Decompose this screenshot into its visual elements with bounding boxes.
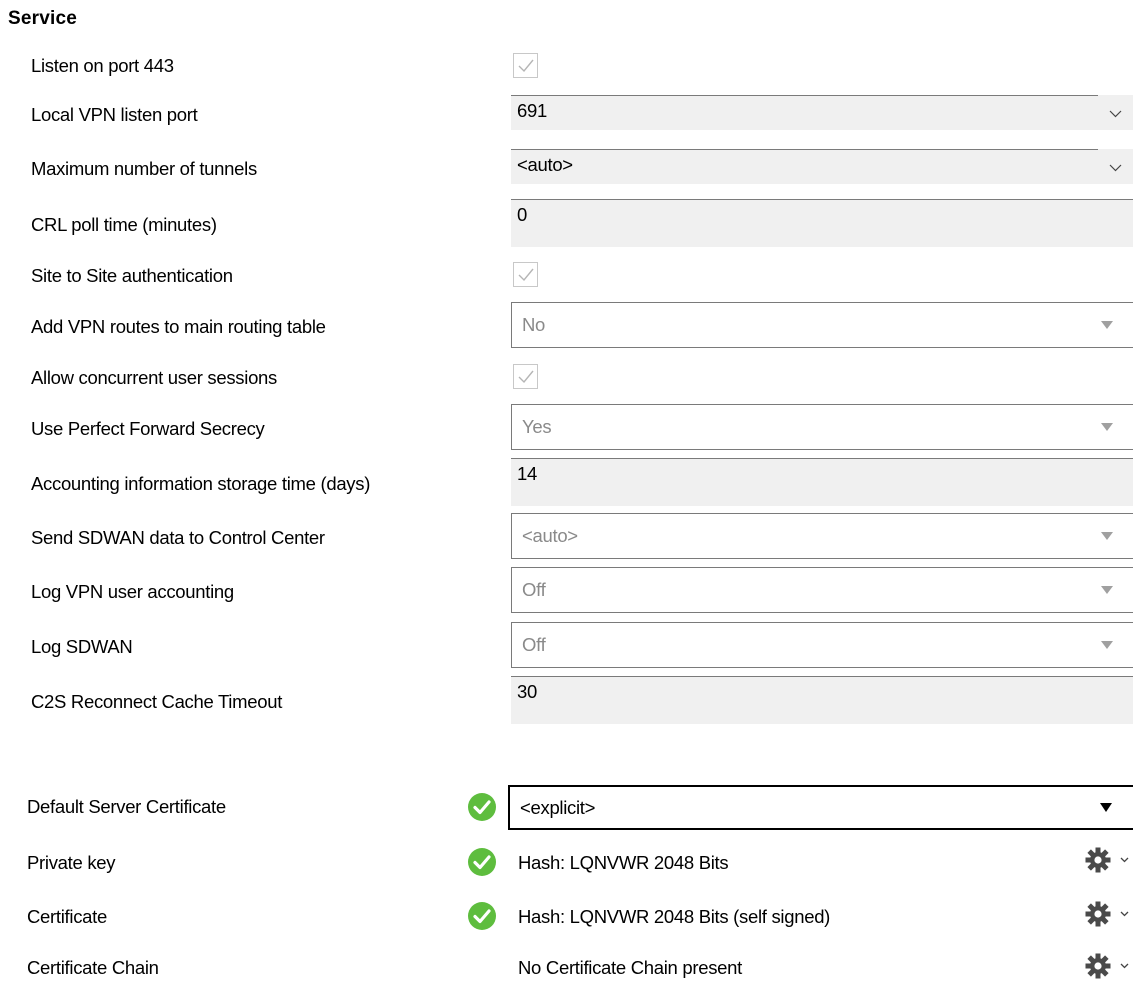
checkmark-icon (518, 268, 534, 282)
local-vpn-port-input[interactable]: 691 (511, 95, 1098, 130)
default-server-cert-value: <explicit> (520, 797, 596, 818)
triangle-down-icon (1101, 321, 1113, 329)
log-sdwan-label: Log SDWAN (31, 636, 133, 657)
chevron-down-icon[interactable] (1098, 95, 1133, 130)
pfs-dropdown[interactable]: Yes (511, 404, 1133, 450)
sdwan-cc-dropdown[interactable]: <auto> (511, 513, 1133, 559)
triangle-down-icon (1101, 423, 1113, 431)
s2s-auth-checkbox[interactable] (513, 262, 538, 287)
sdwan-cc-label: Send SDWAN data to Control Center (31, 527, 325, 548)
crl-poll-input[interactable]: 0 (511, 199, 1133, 247)
log-sdwan-dropdown[interactable]: Off (511, 622, 1133, 668)
certificate-label: Certificate (27, 906, 107, 927)
s2s-auth-label: Site to Site authentication (31, 265, 233, 286)
default-server-cert-label: Default Server Certificate (27, 796, 226, 817)
max-tunnels-label: Maximum number of tunnels (31, 158, 257, 179)
local-vpn-port-label: Local VPN listen port (31, 104, 198, 125)
c2s-cache-input[interactable]: 30 (511, 676, 1133, 724)
gear-icon[interactable] (1084, 847, 1133, 873)
gear-icon[interactable] (1084, 901, 1133, 927)
section-title: Service (8, 8, 78, 29)
sdwan-cc-value: <auto> (522, 525, 578, 546)
log-sdwan-value: Off (522, 634, 546, 655)
log-accounting-dropdown[interactable]: Off (511, 567, 1133, 613)
crl-poll-label: CRL poll time (minutes) (31, 214, 217, 235)
accounting-time-label: Accounting information storage time (day… (31, 473, 371, 494)
check-circle-icon (468, 902, 496, 930)
triangle-down-icon (1101, 641, 1113, 649)
check-circle-icon (468, 793, 496, 821)
max-tunnels-combobox[interactable]: <auto> (511, 149, 1133, 184)
accounting-time-input[interactable]: 14 (511, 458, 1133, 506)
gear-icon[interactable] (1084, 953, 1133, 979)
triangle-down-icon (1100, 803, 1112, 812)
concurrent-sessions-label: Allow concurrent user sessions (31, 367, 277, 388)
default-server-cert-dropdown[interactable]: <explicit> (508, 785, 1133, 830)
listen-443-label: Listen on port 443 (31, 55, 174, 76)
chevron-down-icon[interactable] (1098, 149, 1133, 184)
triangle-down-icon (1101, 586, 1113, 594)
certificate-chain-label: Certificate Chain (27, 957, 159, 978)
certificate-chain-value: No Certificate Chain present (518, 957, 742, 978)
vpn-routes-label: Add VPN routes to main routing table (31, 316, 326, 337)
certificate-value: Hash: LQNVWR 2048 Bits (self signed) (518, 906, 831, 927)
private-key-value: Hash: LQNVWR 2048 Bits (518, 852, 729, 873)
triangle-down-icon (1101, 532, 1113, 540)
log-accounting-value: Off (522, 579, 546, 600)
pfs-value: Yes (522, 416, 552, 437)
vpn-routes-value: No (522, 314, 546, 335)
vpn-routes-dropdown[interactable]: No (511, 302, 1133, 348)
log-accounting-label: Log VPN user accounting (31, 581, 234, 602)
concurrent-sessions-checkbox[interactable] (513, 364, 538, 389)
pfs-label: Use Perfect Forward Secrecy (31, 418, 265, 439)
check-circle-icon (468, 848, 496, 876)
local-vpn-port-combobox[interactable]: 691 (511, 95, 1133, 130)
checkmark-icon (518, 59, 534, 73)
c2s-cache-label: C2S Reconnect Cache Timeout (31, 691, 283, 712)
max-tunnels-input[interactable]: <auto> (511, 149, 1098, 184)
checkmark-icon (518, 370, 534, 384)
private-key-label: Private key (27, 852, 116, 873)
listen-443-checkbox[interactable] (513, 53, 538, 78)
